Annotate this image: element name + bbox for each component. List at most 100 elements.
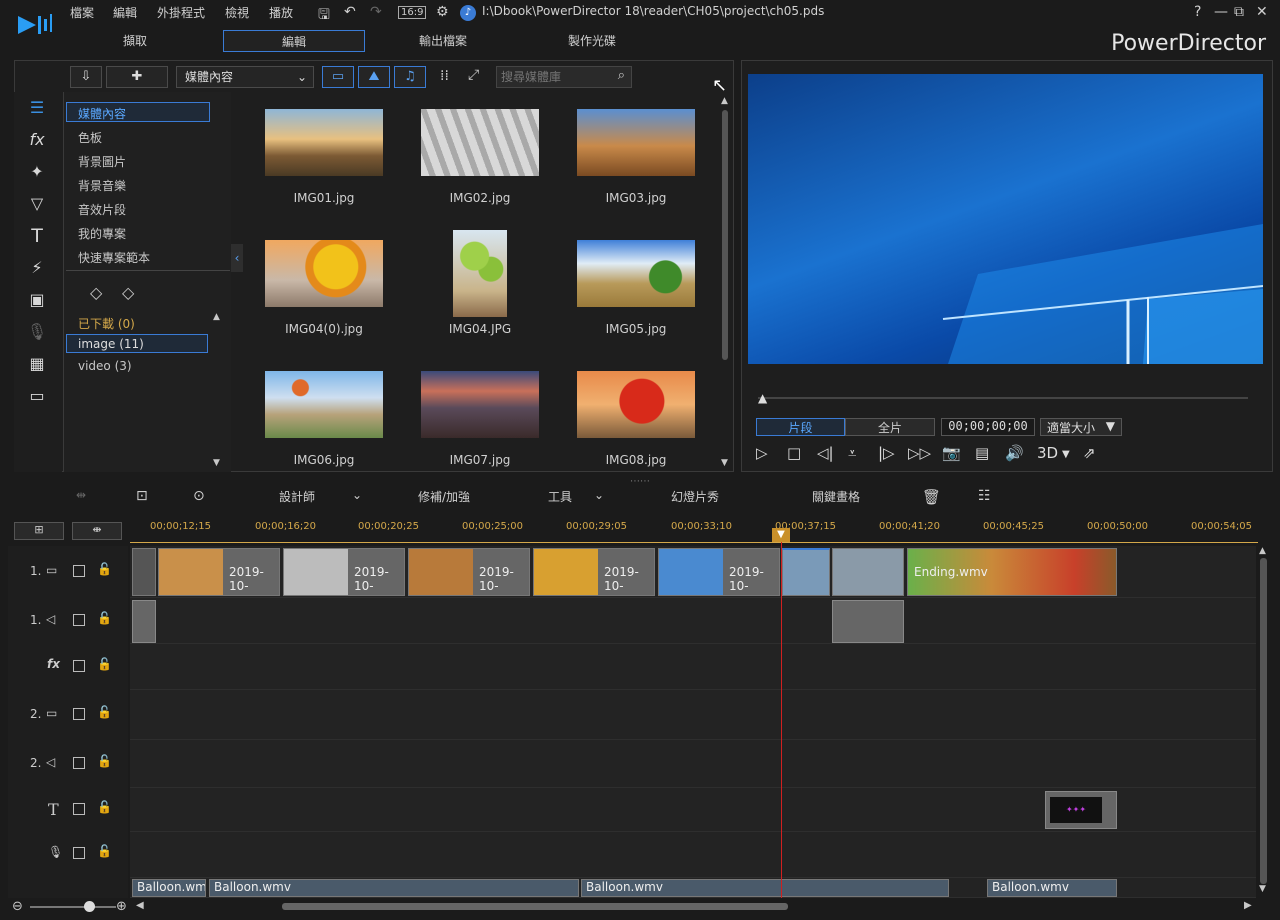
lock-icon[interactable]: 🔓: [97, 844, 112, 858]
hscroll-right-icon[interactable]: ▶: [1244, 900, 1252, 911]
timeline-clip[interactable]: 2019-10-: [158, 548, 280, 596]
music-clip[interactable]: Balloon.wmv: [209, 879, 579, 897]
trash-icon[interactable]: 🗑: [922, 488, 941, 506]
track-audio-1[interactable]: [130, 598, 1256, 644]
zoom-slider[interactable]: [30, 906, 116, 908]
timeline-clip[interactable]: 2019-10-: [658, 548, 780, 596]
hscroll-left-icon[interactable]: ◀: [136, 900, 144, 911]
title-clip[interactable]: ✦✦✦: [1045, 791, 1117, 829]
help-button[interactable]: ?: [1194, 4, 1201, 20]
split-icon[interactable]: ⩡: [848, 444, 856, 462]
grid-view-icon[interactable]: ⁞⁞: [440, 68, 449, 84]
tree-item-color-board[interactable]: 色板: [78, 129, 102, 146]
downloaded-tag[interactable]: 已下載 (0): [78, 315, 135, 332]
thumbnail-img06[interactable]: [265, 371, 383, 438]
library-scrollbar[interactable]: [722, 110, 728, 360]
undo-icon[interactable]: ↶: [344, 4, 356, 20]
crop-icon[interactable]: ⊡: [136, 488, 148, 504]
music-clip[interactable]: Balloon.wmv: [581, 879, 949, 897]
fx-room-icon[interactable]: fx: [24, 129, 50, 151]
lock-icon[interactable]: 🔓: [97, 705, 112, 719]
tree-item-background[interactable]: 背景圖片: [78, 153, 126, 170]
tree-item-media[interactable]: 媒體內容: [78, 105, 126, 122]
lock-icon[interactable]: 🔓: [97, 562, 112, 576]
zoom-slider-thumb[interactable]: [84, 901, 95, 912]
tree-item-bgm[interactable]: 背景音樂: [78, 177, 126, 194]
tag-video[interactable]: video (3): [78, 359, 132, 373]
collapse-panel-icon[interactable]: ‹: [231, 244, 243, 272]
pip-room-icon[interactable]: ✦: [24, 161, 50, 183]
track-enable-checkbox[interactable]: [73, 847, 85, 862]
timeline-scroll-down-icon[interactable]: ▼: [1259, 884, 1266, 894]
lock-icon[interactable]: 🔓: [97, 611, 112, 625]
timeline-clip[interactable]: [132, 548, 156, 596]
fix-enhance-button[interactable]: 修補/加強: [418, 488, 470, 505]
more-icon[interactable]: ☷: [978, 488, 991, 504]
tools-button[interactable]: 工具: [548, 488, 572, 505]
aspect-ratio-button[interactable]: 16:9: [398, 6, 427, 19]
movie-mode-button[interactable]: 全片: [845, 418, 935, 436]
library-scroll-up-icon[interactable]: ▲: [721, 96, 728, 106]
tree-item-sfx[interactable]: 音效片段: [78, 201, 126, 218]
transition-room-icon[interactable]: ⚡: [24, 257, 50, 279]
tab-capture[interactable]: 擷取: [64, 30, 206, 52]
track-enable-checkbox[interactable]: [73, 708, 85, 723]
menu-edit[interactable]: 編輯: [113, 4, 137, 21]
media-content-dropdown[interactable]: 媒體內容 ⌄: [176, 66, 314, 88]
thumbnail-img07[interactable]: [421, 371, 539, 438]
keyframe-circle-icon[interactable]: ⊙: [193, 488, 205, 504]
slideshow-button[interactable]: 幻燈片秀: [671, 488, 719, 505]
thumbnail-img04[interactable]: [453, 230, 507, 317]
track-enable-checkbox[interactable]: [73, 660, 85, 675]
transition-clip[interactable]: [782, 548, 830, 596]
tab-create-disc[interactable]: 製作光碟: [521, 30, 663, 52]
thumbnail-img01[interactable]: [265, 109, 383, 176]
tree-scroll-down-icon[interactable]: ▼: [213, 458, 220, 468]
audio-clip[interactable]: [132, 600, 156, 643]
close-button[interactable]: ✕: [1256, 4, 1268, 20]
voiceover-room-icon[interactable]: 🎙: [24, 321, 50, 343]
image-filter-icon[interactable]: ⛰: [358, 66, 390, 88]
library-scroll-down-icon[interactable]: ▼: [721, 458, 728, 468]
next-frame-icon[interactable]: |▷: [878, 444, 895, 462]
thumbnail-img04-0[interactable]: [265, 240, 383, 307]
menu-plugins[interactable]: 外掛程式: [157, 4, 205, 21]
timeline-clip[interactable]: 2019-10-: [283, 548, 405, 596]
designer-dropdown-icon[interactable]: ⌄: [352, 488, 362, 502]
add-tag-icon[interactable]: ◇: [90, 283, 102, 302]
minimize-button[interactable]: —: [1214, 4, 1228, 20]
designer-button[interactable]: 設計師: [279, 488, 315, 505]
notification-icon[interactable]: ♪: [460, 5, 476, 21]
fit-timeline-icon[interactable]: ⇼: [72, 522, 122, 540]
play-icon[interactable]: ▷: [756, 444, 768, 462]
timeline-hscrollbar[interactable]: [282, 903, 788, 910]
tab-produce[interactable]: 輸出檔案: [372, 30, 514, 52]
stop-icon[interactable]: □: [787, 444, 801, 462]
tree-item-templates[interactable]: 快速專案範本: [78, 249, 150, 266]
track-video-2[interactable]: [130, 690, 1256, 740]
clip-mode-button[interactable]: 片段: [756, 418, 845, 436]
lock-icon[interactable]: 🔓: [97, 657, 112, 671]
fit-size-dropdown[interactable]: 適當大小 ▼: [1040, 418, 1122, 436]
redo-icon[interactable]: ↷: [370, 4, 382, 20]
3d-button[interactable]: 3D: [1037, 444, 1058, 462]
menu-play[interactable]: 播放: [269, 4, 293, 21]
timeline-scroll-up-icon[interactable]: ▲: [1259, 546, 1266, 556]
undock-icon[interactable]: ⇗: [1083, 444, 1096, 462]
playhead-handle-icon[interactable]: ▼: [772, 528, 790, 542]
playhead-line[interactable]: [781, 530, 782, 900]
media-room-icon[interactable]: ☰: [24, 97, 50, 119]
particle-room-icon[interactable]: ▽: [24, 193, 50, 215]
audio-clip[interactable]: [832, 600, 904, 643]
scrubber-handle-icon[interactable]: ▲: [758, 391, 767, 405]
track-fx[interactable]: [130, 644, 1256, 690]
timeline-clip[interactable]: 2019-10-: [408, 548, 530, 596]
timeline-clip[interactable]: 2019-10-: [533, 548, 655, 596]
title-room-icon[interactable]: T: [24, 225, 50, 247]
fast-forward-icon[interactable]: ▷▷: [908, 444, 931, 462]
snapshot-icon[interactable]: 📷: [942, 444, 961, 462]
maximize-button[interactable]: ⧉: [1234, 4, 1244, 20]
search-box[interactable]: ⌕: [496, 66, 632, 88]
search-icon[interactable]: ⌕: [618, 68, 625, 83]
track-enable-checkbox[interactable]: [73, 803, 85, 818]
